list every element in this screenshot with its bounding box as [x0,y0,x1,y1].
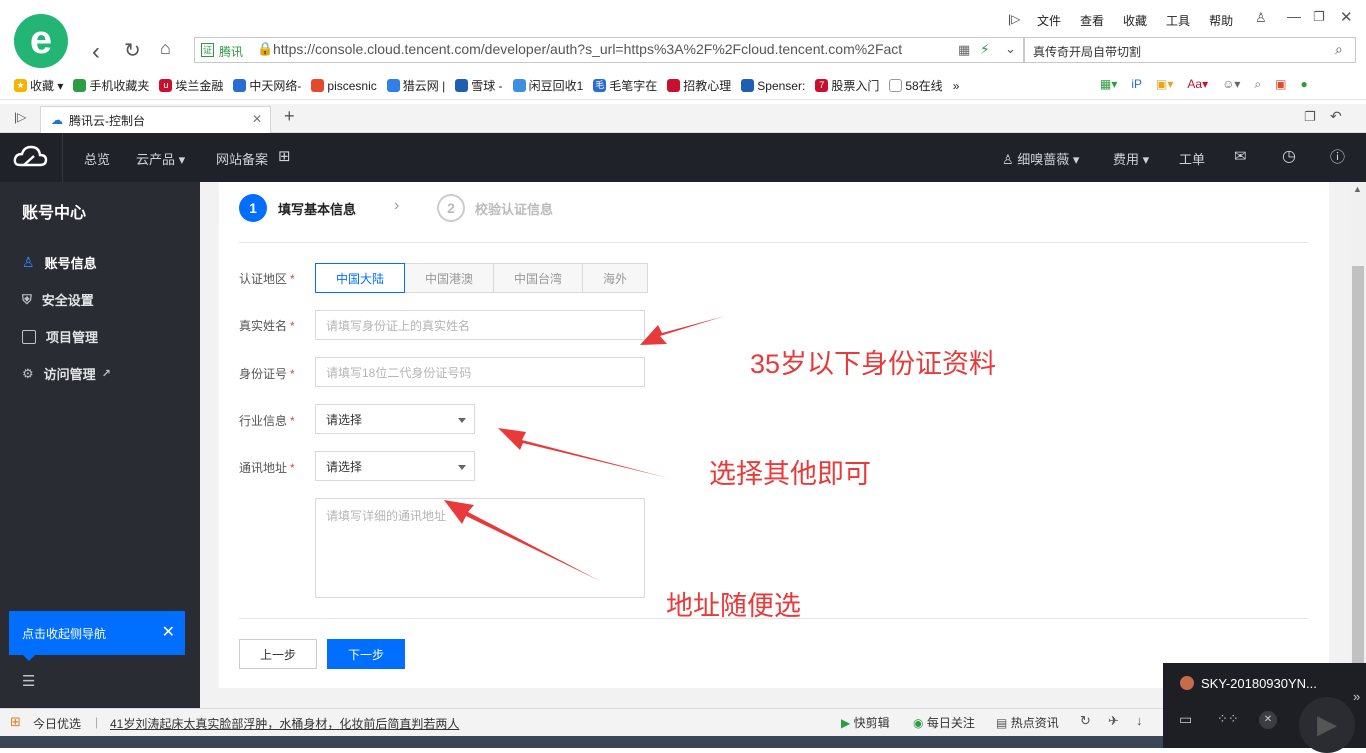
annotation-arrows [444,316,725,581]
region-option-mainland[interactable]: 中国大陆 [315,263,405,293]
gift-icon: ⊞ [10,714,21,729]
browser-statusbar: ⊞ 今日优选 | 41岁刘涛起床太真实脸部浮肿，水桶身材，化妆前后简直判若两人 … [0,708,1366,736]
status-news[interactable]: 41岁刘涛起床太真实脸部浮肿，水桶身材，化妆前后简直判若两人 [110,715,459,732]
popup-title[interactable]: SKY-20180930YN... [1201,676,1317,691]
status-daily[interactable]: ◉ 每日关注 [913,714,975,731]
daily-icon: ◉ [913,716,924,730]
status-divider: | [95,715,99,729]
refresh-status-icon[interactable]: ↻ [1080,713,1091,729]
popup-close-icon[interactable]: ✕ [1259,711,1277,729]
hot-icon: ▤ [996,716,1008,730]
annotation-note-1: 35岁以下身份证资料 [750,349,997,379]
arrow-3 [444,500,600,581]
arrow-2 [498,428,668,478]
annotation-note-2: 选择其他即可 [709,459,871,489]
popup-play-icon[interactable]: ▶ [1299,697,1355,753]
os-taskbar [0,736,1366,748]
pin-icon[interactable]: ✈ [1108,713,1119,729]
popup-expand-icon[interactable]: » [1353,689,1360,704]
download-icon[interactable]: ↓ [1136,713,1143,728]
avatar-icon [1180,676,1194,690]
status-hot[interactable]: ▤ 热点资讯 [996,714,1059,731]
video-icon: ▶ [841,716,851,730]
status-today[interactable]: 今日优选 [33,715,81,732]
popup-apps-icon[interactable]: ⁘⁘ [1217,711,1239,727]
popup-chat-icon[interactable]: ▭ [1179,711,1192,728]
arrow-1 [640,316,725,345]
annotation-note-3: 地址随便选 [666,591,801,621]
status-clip[interactable]: ▶ 快剪辑 [841,714,890,731]
notification-popup: SKY-20180930YN... » ▭ ⁘⁘ ✕ ▶ [1163,663,1366,753]
